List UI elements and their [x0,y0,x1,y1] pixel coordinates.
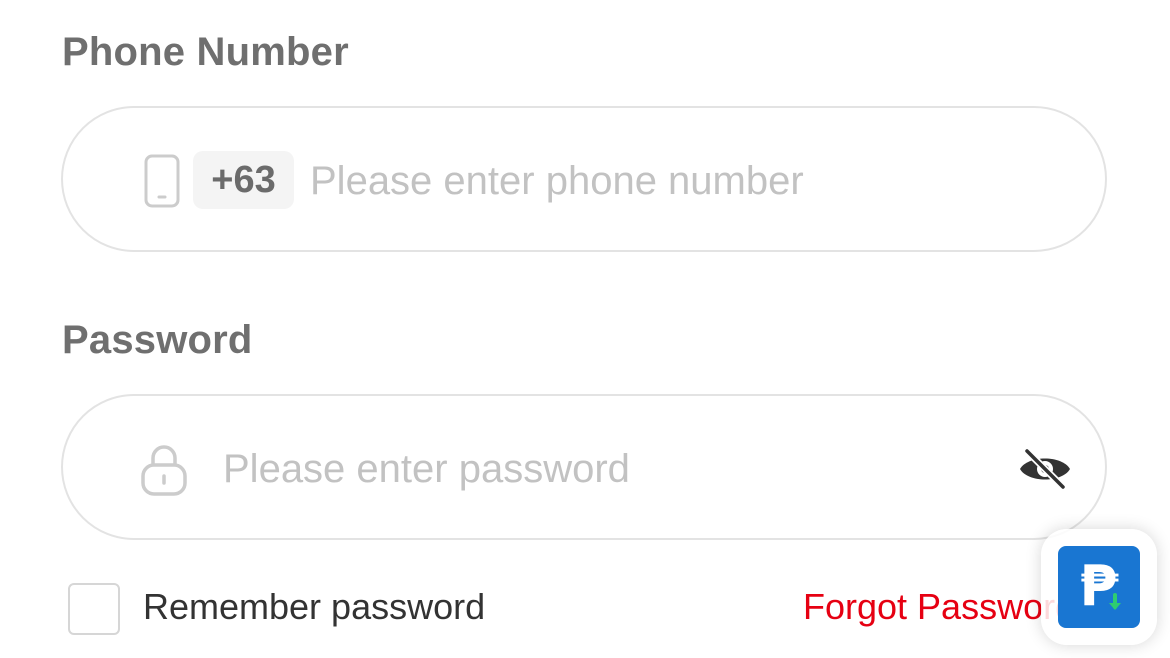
peso-icon: ₱ [1079,554,1119,619]
password-input[interactable] [223,439,983,499]
phone-number-field[interactable]: +63 [61,106,1107,252]
mobile-phone-icon [144,154,180,208]
eye-slash-icon[interactable] [1018,448,1072,490]
password-field[interactable] [61,394,1107,540]
phone-number-label: Phone Number [62,30,349,74]
phone-number-input[interactable] [310,151,1010,211]
password-label: Password [62,318,253,362]
peso-download-button[interactable]: ₱ [1058,546,1140,628]
country-code-badge[interactable]: +63 [193,151,294,209]
lock-icon [141,445,187,496]
floating-peso-widget: ₱ [1041,529,1157,645]
download-arrow-icon [1109,593,1121,610]
remember-password-checkbox[interactable] [68,583,120,635]
remember-password-label[interactable]: Remember password [143,589,485,625]
